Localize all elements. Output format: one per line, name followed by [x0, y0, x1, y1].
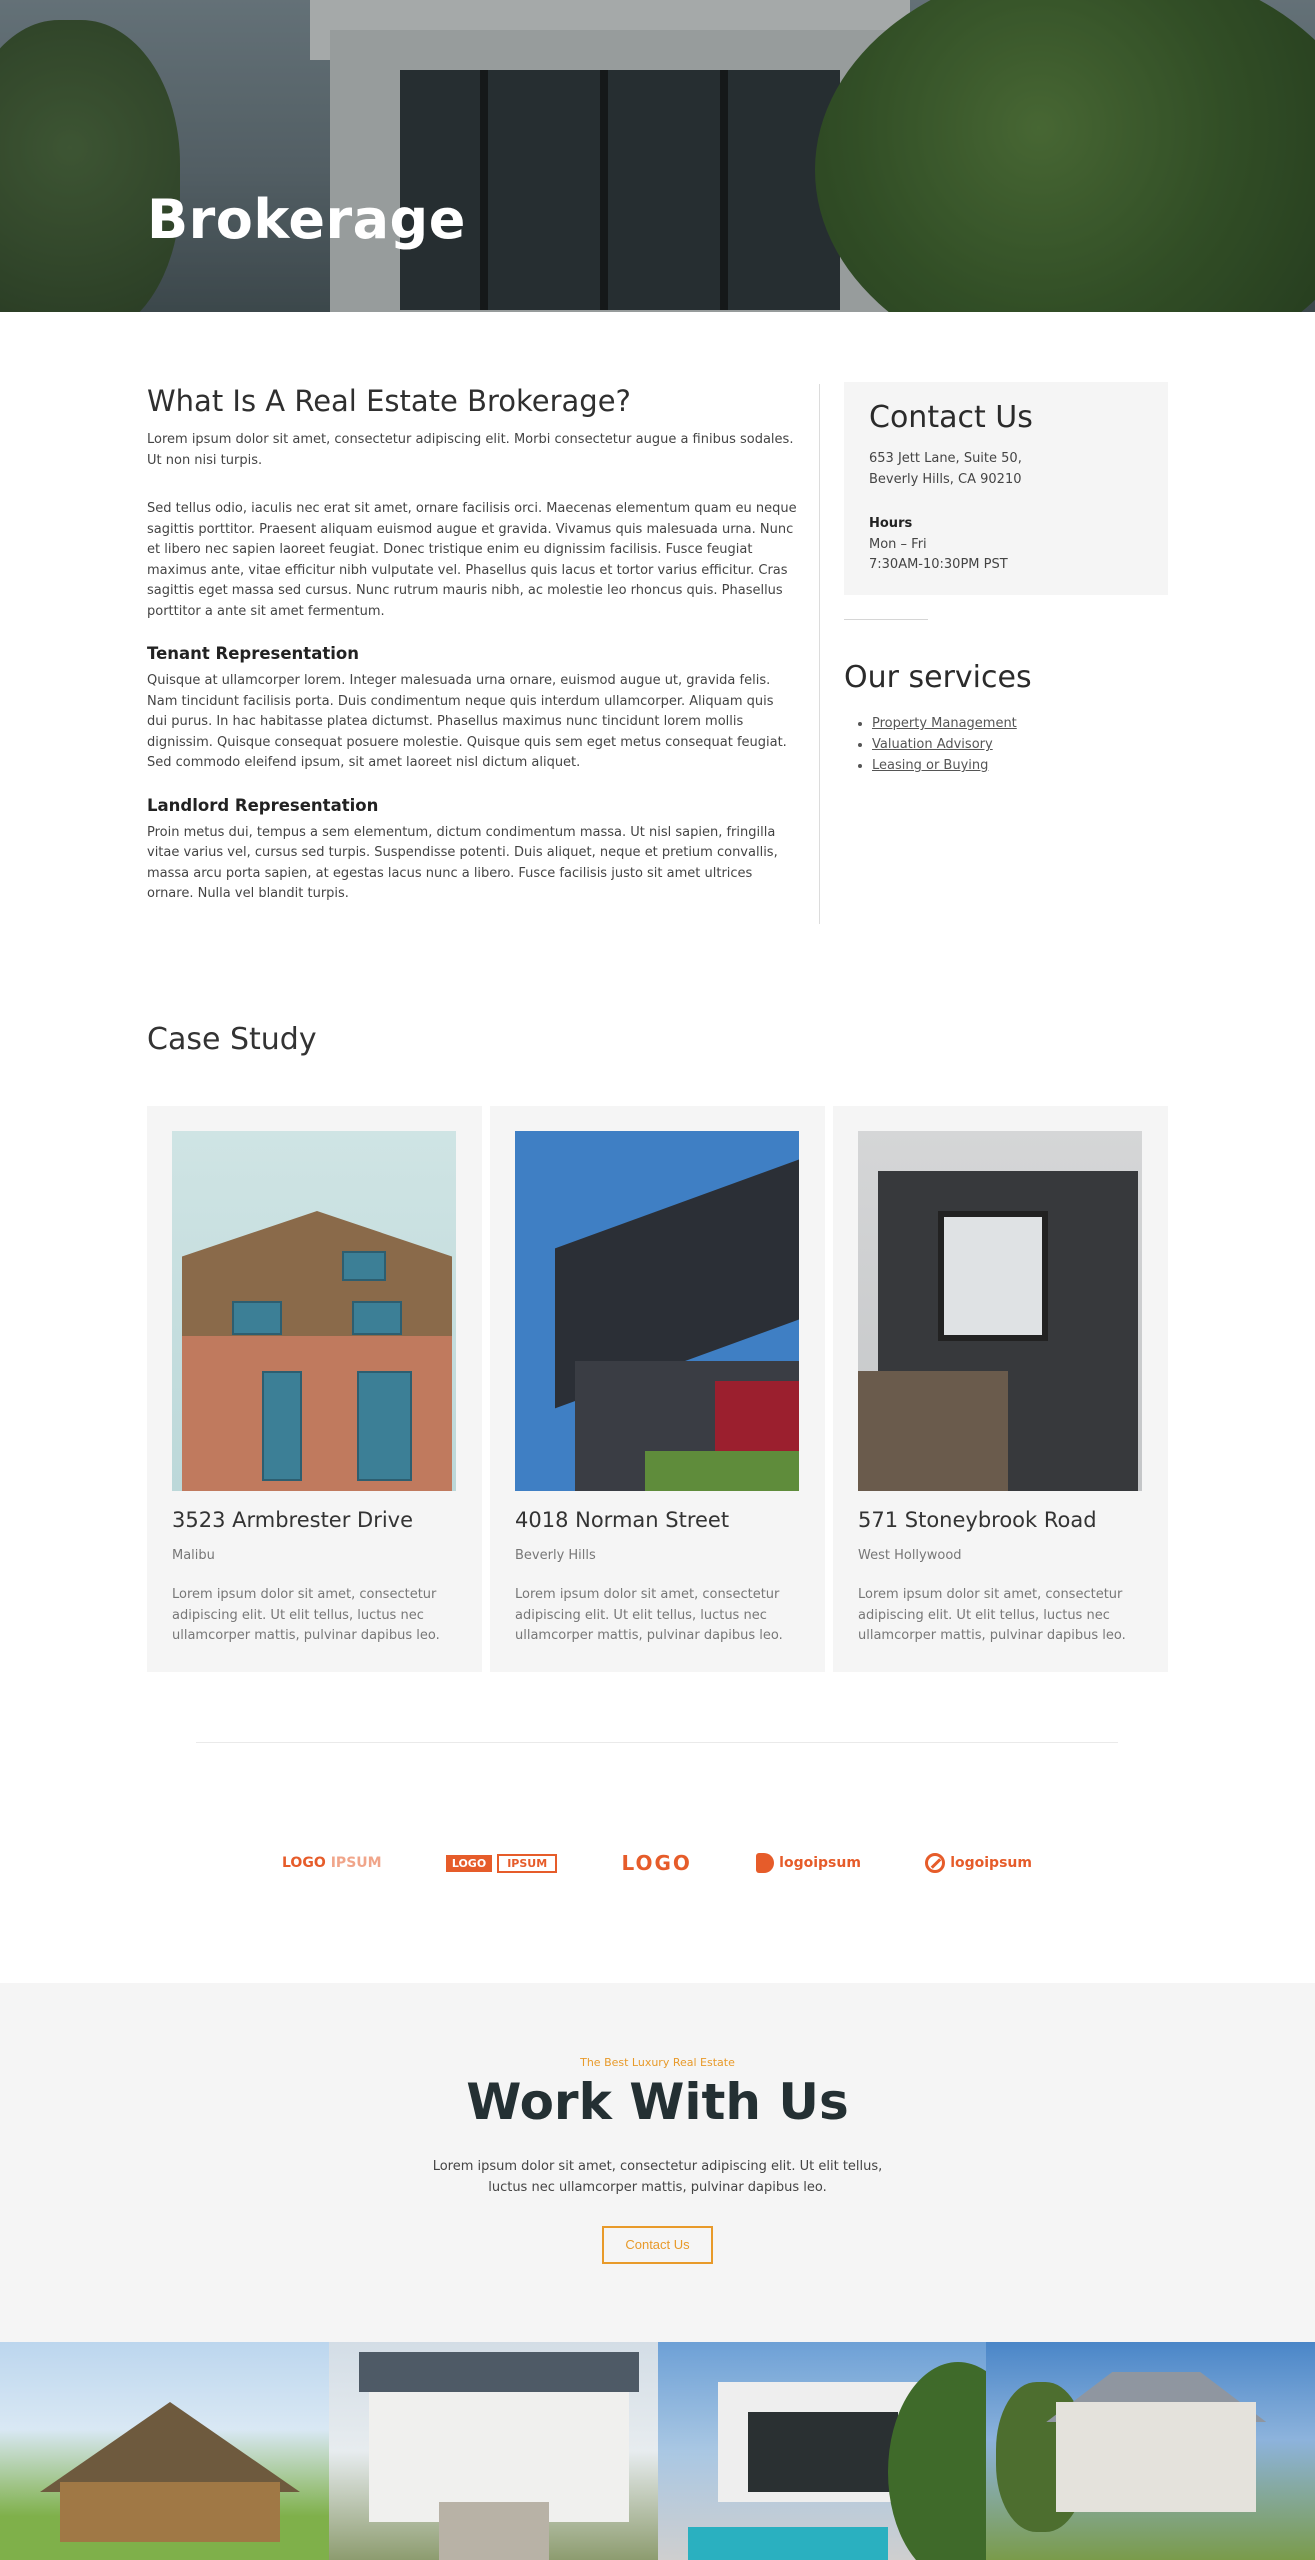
case-study-heading: Case Study [147, 1022, 317, 1057]
hours-days: Mon – Fri [869, 536, 927, 552]
logo-word: LOGO [621, 1851, 692, 1875]
services-list-item: Leasing or Buying [872, 755, 1174, 776]
about-paragraph: Sed tellus odio, iaculis nec erat sit am… [147, 501, 797, 619]
logo-word: logoipsum [779, 1855, 861, 1871]
card-description: Lorem ipsum dolor sit amet, consectetur … [515, 1587, 783, 1643]
hours-title: Hours [869, 516, 913, 531]
card-location: Malibu [172, 1548, 215, 1563]
card-title: 571 Stoneybrook Road [858, 1508, 1097, 1532]
building-window [352, 1301, 402, 1335]
building-window [357, 1371, 412, 1481]
about-heading: What Is A Real Estate Brokerage? [147, 384, 631, 418]
landlord-heading: Landlord Representation [147, 795, 379, 815]
card-description: Lorem ipsum dolor sit amet, consectetur … [858, 1587, 1126, 1643]
contact-us-button[interactable]: Contact Us [602, 2226, 713, 2264]
contact-heading: Contact Us [869, 400, 1033, 435]
sidebar-divider [844, 619, 928, 620]
case-study-image [172, 1131, 456, 1491]
hours-time: 7:30AM-10:30PM PST [869, 557, 1008, 572]
house-gallery [0, 2342, 1315, 2560]
building-window [262, 1371, 302, 1481]
house-pool [687, 2527, 888, 2560]
case-study-card[interactable]: 571 Stoneybrook Road West Hollywood Lore… [833, 1106, 1168, 1672]
tenant-heading: Tenant Representation [147, 644, 359, 663]
partner-logo-2: LOGO IPSUM [445, 1853, 558, 1873]
building-wood-facade [182, 1211, 452, 1341]
gallery-image [0, 2342, 329, 2560]
tenant-text: Quisque at ullamcorper lorem. Integer ma… [147, 673, 787, 770]
about-article: What Is A Real Estate Brokerage? Lorem i… [147, 384, 797, 905]
work-text: Lorem ipsum dolor sit amet, consectetur … [432, 2159, 883, 2195]
services-widget: Our services Property Management Valuati… [844, 660, 1174, 776]
services-list-item: Valuation Advisory [872, 734, 1174, 755]
case-study-card[interactable]: 3523 Armbrester Drive Malibu Lorem ipsum… [147, 1106, 482, 1672]
landlord-text: Proin metus dui, tempus a sem elementum,… [147, 824, 778, 902]
case-study-image [515, 1131, 799, 1491]
hero-banner: Brokerage [0, 0, 1315, 312]
building-red-panel [715, 1381, 799, 1461]
logo-word: IPSUM [497, 1853, 558, 1873]
work-eyebrow: The Best Luxury Real Estate [580, 2056, 735, 2069]
case-study-image [858, 1131, 1142, 1491]
logo-circle-icon [925, 1853, 946, 1873]
building-window [342, 1251, 386, 1281]
hero-overlay [0, 0, 1315, 312]
services-list-item: Property Management [872, 713, 1174, 734]
card-location: West Hollywood [858, 1548, 962, 1563]
gallery-image [986, 2342, 1315, 2560]
gallery-image [328, 2342, 658, 2560]
building-wood-fence [858, 1371, 1008, 1491]
house-body [60, 2482, 280, 2542]
card-title: 4018 Norman Street [515, 1508, 730, 1532]
logo-word: IPSUM [330, 1855, 382, 1871]
logo-mark-icon [756, 1853, 775, 1873]
card-description: Lorem ipsum dolor sit amet, consectetur … [172, 1587, 440, 1643]
section-divider [196, 1742, 1118, 1743]
contact-box: Contact Us 653 Jett Lane, Suite 50, Beve… [844, 382, 1168, 595]
case-study-cards: 3523 Armbrester Drive Malibu Lorem ipsum… [147, 1106, 1168, 1672]
work-heading: Work With Us [466, 2073, 849, 2131]
card-title: 3523 Armbrester Drive [172, 1508, 414, 1532]
partner-logos: LOGO IPSUM LOGO IPSUM LOGO logoipsum logoi… [282, 1845, 1032, 1881]
building-window [232, 1301, 282, 1335]
card-location: Beverly Hills [515, 1548, 596, 1563]
page-title: Brokerage [147, 188, 466, 251]
logo-word: LOGO [282, 1855, 326, 1871]
house-window [747, 2412, 898, 2492]
gallery-image [657, 2342, 987, 2560]
service-link-property-management[interactable]: Property Management [872, 716, 1017, 731]
building-greenery [645, 1451, 799, 1491]
partner-logo-5: logoipsum [925, 1853, 1032, 1873]
work-with-us-section: The Best Luxury Real Estate Work With Us… [0, 1983, 1315, 2342]
contact-address-line2: Beverly Hills, CA 90210 [869, 471, 1022, 487]
logo-word: logoipsum [950, 1855, 1032, 1871]
contact-address-line1: 653 Jett Lane, Suite 50, [869, 451, 1022, 466]
case-study-card[interactable]: 4018 Norman Street Beverly Hills Lorem i… [490, 1106, 825, 1672]
house-body [368, 2372, 629, 2522]
service-link-leasing-or-buying[interactable]: Leasing or Buying [872, 758, 988, 773]
vertical-divider [819, 384, 820, 924]
house-steps [438, 2502, 549, 2560]
house-thatched-roof [40, 2402, 300, 2492]
house-roof [358, 2352, 639, 2392]
service-link-valuation-advisory[interactable]: Valuation Advisory [872, 737, 993, 752]
house-body [1056, 2402, 1257, 2512]
services-heading: Our services [844, 660, 1032, 695]
building-window [938, 1211, 1048, 1341]
partner-logo-3: LOGO [621, 1851, 691, 1875]
partner-logo-1: LOGO IPSUM [282, 1855, 382, 1871]
about-intro: Lorem ipsum dolor sit amet, consectetur … [147, 432, 794, 468]
logo-word: LOGO [445, 1854, 493, 1872]
partner-logo-4: logoipsum [756, 1853, 861, 1873]
services-list: Property Management Valuation Advisory L… [844, 713, 1174, 776]
